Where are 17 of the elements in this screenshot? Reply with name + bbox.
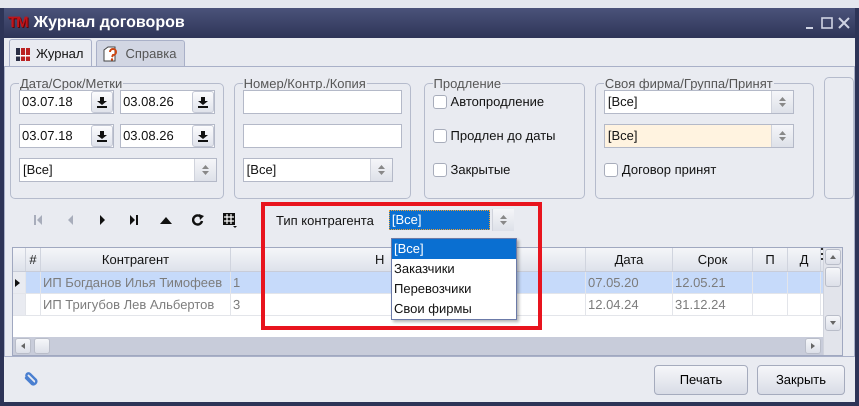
table-cell: 31.12.24 bbox=[673, 294, 753, 316]
group-title: Номер/Контр./Копия bbox=[242, 77, 367, 90]
checkbox-label: Продлен до даты bbox=[450, 127, 556, 146]
checkbox-label: Договор принят bbox=[622, 161, 716, 180]
table-cell: 12.04.24 bbox=[586, 294, 673, 316]
checkbox-label: Автопродление bbox=[450, 93, 544, 112]
app-logo: ТМ bbox=[8, 12, 28, 33]
filter-label: Тип контрагента bbox=[276, 212, 374, 230]
group-title: Продление bbox=[432, 77, 502, 90]
window-title: Журнал договоров bbox=[34, 13, 185, 33]
table-cell: 07.05.20 bbox=[586, 272, 673, 294]
table-cell: 12.05.21 bbox=[673, 272, 753, 294]
group-title: Дата/Срок/Метки bbox=[19, 77, 124, 90]
checkbox-label: Закрытые bbox=[450, 161, 510, 180]
table-cell: ИП Тригубов Лев Альбертов bbox=[41, 294, 231, 316]
table-cell: ИП Богданов Илья Тимофеев bbox=[41, 272, 231, 294]
group-title: Своя фирма/Группа/Принят bbox=[604, 77, 774, 90]
